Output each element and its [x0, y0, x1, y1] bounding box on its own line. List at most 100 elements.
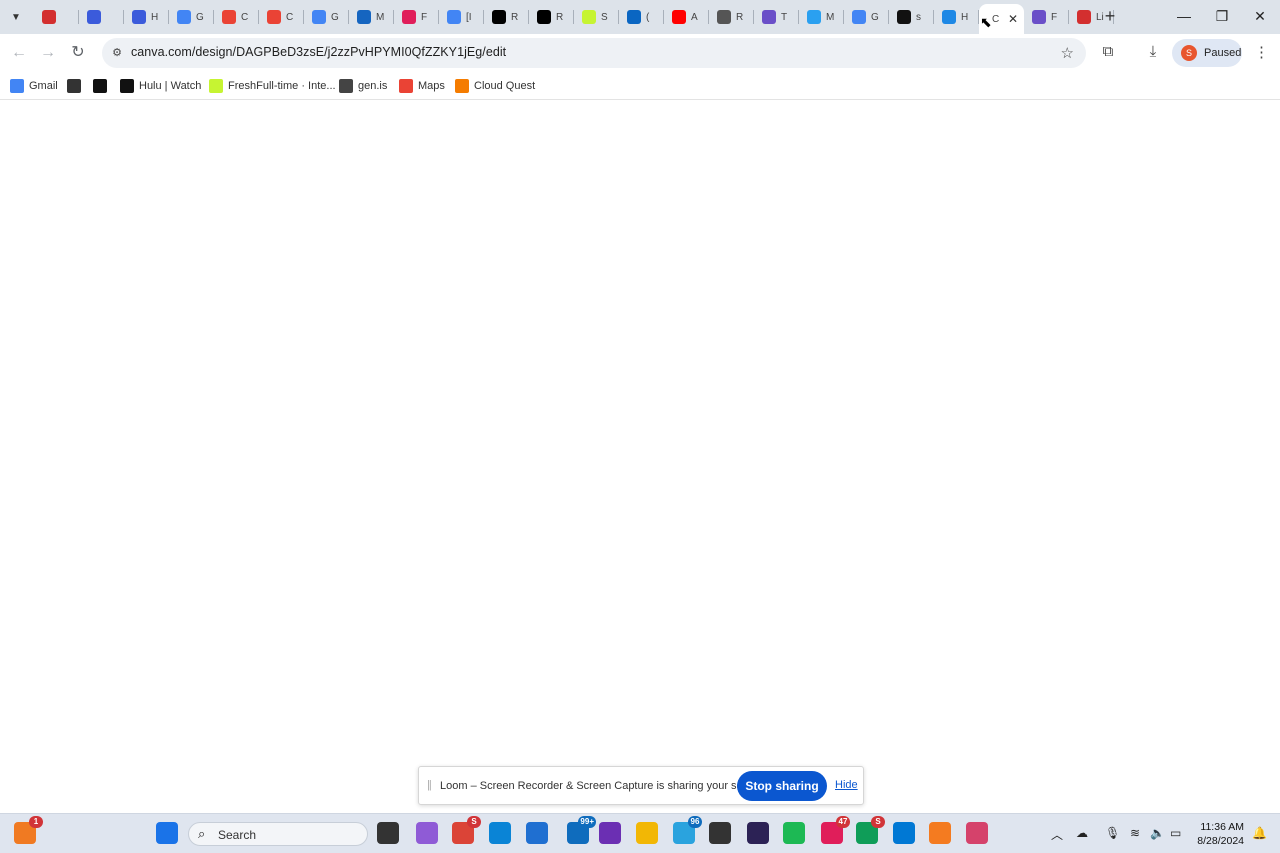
notification-bell-icon[interactable]: 🔔 — [1252, 826, 1267, 840]
forward-button[interactable]: → — [37, 42, 59, 64]
x-icon — [537, 10, 551, 24]
browser-tab[interactable] — [79, 4, 124, 30]
bookmark-label: Hulu | Watch — [139, 80, 202, 92]
search-icon: ⌕ — [198, 826, 206, 841]
close-window-button[interactable]: ✕ — [1242, 4, 1278, 28]
browser-tab[interactable]: M — [799, 4, 844, 30]
browser-tab[interactable]: R — [709, 4, 754, 30]
browser-tab[interactable]: A — [664, 4, 709, 30]
browser-tab[interactable]: C — [259, 4, 304, 30]
browser-tab[interactable]: C — [214, 4, 259, 30]
address-bar[interactable]: ⚙ canva.com/design/DAGPBeD3zsE/j2zzPvHPY… — [102, 38, 1086, 68]
taskbar-search[interactable]: ⌕ Search — [188, 822, 368, 846]
bookmark-item[interactable]: gen.is — [339, 77, 387, 95]
copilot-icon[interactable] — [416, 822, 438, 844]
stop-sharing-button[interactable]: Stop sharing — [737, 771, 827, 801]
bookmark-item[interactable] — [67, 77, 81, 95]
chrome-icon[interactable]: S — [452, 816, 481, 844]
browser-tab[interactable]: R — [484, 4, 529, 30]
profile-button[interactable]: S Paused — [1172, 39, 1242, 67]
freshfull-icon — [582, 10, 596, 24]
edge-icon[interactable] — [489, 822, 511, 844]
browser-tab[interactable]: [I — [439, 4, 484, 30]
more-menu-icon[interactable]: ⋮ — [1254, 43, 1269, 61]
tab-title: ( — [646, 11, 650, 23]
windows-start-icon[interactable] — [156, 822, 178, 844]
browser-tab[interactable]: G — [169, 4, 214, 30]
browser-tab[interactable] — [34, 4, 79, 30]
bookmark-item[interactable]: Cloud Quest — [455, 77, 535, 95]
slack-icon[interactable]: 47 — [821, 816, 850, 844]
record-icon — [1077, 10, 1091, 24]
mail-icon[interactable]: 99+ — [567, 816, 596, 844]
browser-tab[interactable]: s — [889, 4, 934, 30]
snipping-tool-icon[interactable] — [966, 822, 988, 844]
vscode-icon[interactable] — [893, 822, 915, 844]
browser-tab[interactable]: F — [394, 4, 439, 30]
eclipse-icon[interactable] — [747, 822, 769, 844]
h-icon — [93, 79, 107, 93]
restore-button[interactable]: ❐ — [1204, 4, 1240, 28]
bookmark-item[interactable] — [93, 77, 107, 95]
browser-tab[interactable]: F — [1024, 4, 1069, 30]
onedrive-icon[interactable]: ☁ — [1076, 826, 1088, 840]
file-explorer-icon[interactable] — [377, 822, 399, 844]
tab-title: R — [556, 11, 564, 23]
browser-tab[interactable]: S — [574, 4, 619, 30]
battery-icon[interactable]: ▭ — [1170, 826, 1181, 840]
bookmark-item[interactable]: Gmail — [10, 77, 58, 95]
browser-tab[interactable]: ( — [619, 4, 664, 30]
browser-tab[interactable]: T — [754, 4, 799, 30]
linkedin-icon — [627, 10, 641, 24]
back-button[interactable]: ← — [8, 42, 30, 64]
tab-search-button[interactable]: ▼ — [5, 6, 27, 28]
telegram-icon[interactable]: 96 — [673, 816, 702, 844]
chrome-profile-icon[interactable]: S — [856, 816, 885, 844]
browser-toolbar: ← → ↻ ⚙ canva.com/design/DAGPBeD3zsE/j2z… — [0, 34, 1280, 72]
minimize-button[interactable]: — — [1166, 4, 1202, 28]
wifi-icon[interactable]: ≋ — [1130, 826, 1140, 840]
tab-title: G — [871, 11, 879, 23]
mouse-cursor-icon: ⬉ — [980, 14, 992, 30]
folder-icon[interactable] — [636, 822, 658, 844]
url-text[interactable]: canva.com/design/DAGPBeD3zsE/j2zzPvHPYMI… — [131, 45, 506, 59]
volume-icon[interactable]: 🔈 — [1150, 826, 1165, 840]
notification-badge: 96 — [688, 816, 702, 828]
tab-title: [I — [466, 11, 472, 23]
browser-tab[interactable]: R — [529, 4, 574, 30]
tab-title: s — [916, 11, 921, 23]
bookmark-label: gen.is — [358, 80, 388, 92]
clock[interactable]: 11:36 AM 8/28/2024 — [1192, 820, 1244, 848]
browser-tab[interactable]: G — [304, 4, 349, 30]
extensions-icon[interactable]: ⧉ — [1098, 43, 1118, 60]
browser-tab[interactable]: M — [349, 4, 394, 30]
notification-badge: 47 — [836, 816, 850, 828]
pencil-icon[interactable] — [929, 822, 951, 844]
browser-tab[interactable]: H — [934, 4, 979, 30]
bookmark-item[interactable]: FreshFull-time · Inte... — [209, 77, 336, 95]
diamond-icon — [357, 10, 371, 24]
widgets-icon[interactable]: 1 — [14, 816, 43, 844]
notes-icon[interactable] — [709, 822, 731, 844]
obs-icon[interactable] — [599, 822, 621, 844]
bookmark-item[interactable]: Maps — [399, 77, 445, 95]
bookmark-star-icon[interactable]: ☆ — [1061, 44, 1074, 62]
google-icon — [312, 10, 326, 24]
drag-handle-icon[interactable]: || — [427, 779, 432, 791]
reload-button[interactable]: ↻ — [67, 42, 89, 64]
bookmark-item[interactable]: Hulu | Watch — [120, 77, 201, 95]
gmail-icon — [222, 10, 236, 24]
store-icon[interactable] — [526, 822, 548, 844]
profile-status: Paused — [1204, 47, 1242, 59]
browser-tab[interactable]: G — [844, 4, 889, 30]
hide-link[interactable]: Hide — [835, 779, 858, 791]
download-icon[interactable]: ⤓ — [1143, 43, 1163, 60]
close-tab-icon[interactable]: ✕ — [1008, 12, 1018, 26]
tab-strip: ▼ H G C C G M F [I R R S(A R T M Gs H C ✕ F Li + — ❐ ✕ — [0, 0, 1280, 34]
spotify-icon[interactable] — [783, 822, 805, 844]
browser-tab[interactable]: H — [124, 4, 169, 30]
new-tab-button[interactable]: + — [1100, 6, 1120, 26]
microphone-icon[interactable]: 🎙 — [1105, 826, 1120, 840]
chevron-up-icon[interactable]: ︿ — [1051, 826, 1063, 843]
site-info-icon[interactable]: ⚙ — [110, 46, 124, 60]
